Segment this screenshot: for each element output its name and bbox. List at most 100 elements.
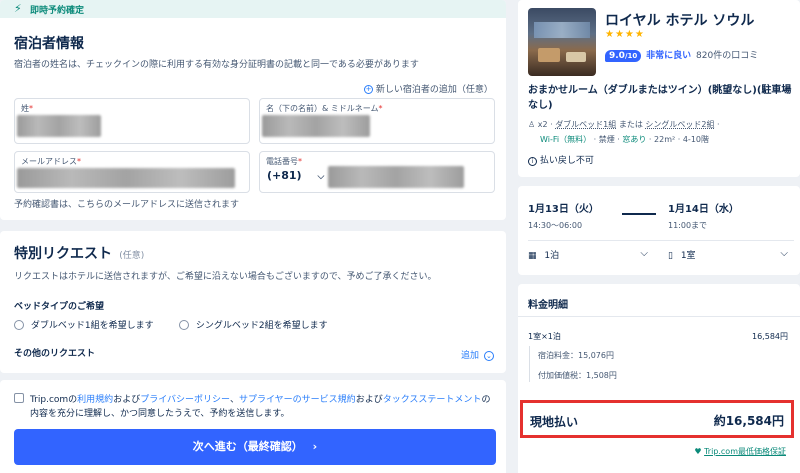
country-code: (+81) <box>267 169 302 182</box>
score-max: /10 <box>624 52 638 60</box>
special-request-title: 特別リクエスト (任意) <box>14 243 144 263</box>
price-breakdown-bar <box>529 346 530 382</box>
add-request-label: 追加 <box>461 351 480 361</box>
optional-tag: (任意) <box>119 251 145 261</box>
guest-info-title: 宿泊者情報 <box>14 36 84 52</box>
add-guest-label: 新しい宿泊者の追加（任意） <box>375 85 493 95</box>
first-name-redacted <box>262 115 370 137</box>
next-button-label: 次へ進む（最終確認） <box>192 440 303 453</box>
agree-text-1: Trip.comの <box>30 395 78 405</box>
last-name-redacted <box>17 115 101 137</box>
price-line-value: 16,584円 <box>752 332 788 341</box>
hotel-name: ロイヤル ホテル ソウル <box>605 13 755 29</box>
special-request-desc: リクエストはホテルに送信されますが、ご希望に沿えない場合もございますので、予めご… <box>14 272 437 282</box>
vat: 付加価値税：1,508円 <box>538 371 617 380</box>
refund-policy: i 払い戻し不可 <box>528 153 594 166</box>
calendar-icon: ▦ <box>528 251 537 261</box>
supplier-terms-link[interactable]: サプライヤーのサービス規約 <box>239 395 356 405</box>
privacy-link[interactable]: プライバシーポリシー <box>140 395 230 405</box>
radio-double[interactable] <box>14 319 24 330</box>
hotel-stars: ★★★★ <box>605 29 645 40</box>
hotel-photo <box>528 8 596 76</box>
country-code-select[interactable]: (+81) ⌵ <box>267 169 324 182</box>
guarantee-label: Trip.com最低価格保証 <box>704 447 786 456</box>
phone-redacted <box>328 166 464 188</box>
nights-select[interactable]: ▦ 1泊 ⌵ <box>528 248 648 264</box>
tax-statement-link[interactable]: タックスステートメント <box>383 395 482 405</box>
checkout-time: 11:00まで <box>668 221 708 230</box>
phone-label: 電話番号 <box>266 157 298 166</box>
other-request-title: その他のリクエスト <box>14 349 96 359</box>
bed-option-double[interactable]: ダブルベッド1組を希望します <box>14 318 154 331</box>
last-name-field[interactable]: 姓* <box>14 98 250 144</box>
agree-text-3: 、 <box>229 395 239 405</box>
rooms-select[interactable]: ▯ 1室 ⌵ <box>668 248 788 264</box>
checkin-time: 14:30～06:00 <box>528 221 583 230</box>
chevron-down-icon: ⌵ <box>640 248 648 259</box>
chevron-right-icon: › <box>312 440 318 453</box>
instant-confirm-label: 即時予約確定 <box>30 6 85 16</box>
price-card: 料金明細 1室×1泊 16,584円 宿泊料金：15,076円 付加価値税：1,… <box>518 284 800 473</box>
score-value: 9.0 <box>609 51 625 61</box>
radio-twin[interactable] <box>179 319 189 330</box>
agree-text-5: の <box>481 395 491 405</box>
room-name: おまかせルーム（ダブルまたはツイン）(眺望なし)(駐車場なし) <box>528 85 792 111</box>
price-guarantee[interactable]: ♥ Trip.com最低価格保証 <box>694 446 786 457</box>
plus-circle-icon: + <box>364 85 373 94</box>
agree-text-2: および <box>113 395 141 405</box>
email-field[interactable]: メールアドレス* <box>14 151 250 193</box>
room-floor: 4-10階 <box>682 135 709 144</box>
bed-or: または <box>618 120 643 129</box>
instant-confirm-banner: ⚡ 即時予約確定 <box>0 0 506 18</box>
agree-checkbox[interactable] <box>14 393 24 403</box>
chevron-down-circle-icon: ⌄ <box>483 351 494 361</box>
guest-count: x2 <box>537 120 548 129</box>
agreement-line-2: 内容を充分に理解し、かつ同意したうえで、予約を送信します。 <box>30 409 290 419</box>
room-fee: 宿泊料金：15,076円 <box>538 351 614 360</box>
pay-label: 現地払い <box>530 415 579 429</box>
special-request-card: 特別リクエスト (任意) リクエストはホテルに送信されますが、ご希望に沿えない場… <box>0 231 506 373</box>
bed-option-twin-label: シングルベッド2組を希望します <box>195 321 328 331</box>
bed-a: ダブルベッド1組 <box>555 120 617 129</box>
next-button[interactable]: 次へ進む（最終確認） › <box>14 429 496 465</box>
last-name-label: 姓 <box>21 104 29 113</box>
pay-at-hotel-box: 現地払い 約16,584円 <box>520 400 794 438</box>
review-count[interactable]: 820件の口コミ <box>696 51 758 61</box>
bed-option-twin[interactable]: シングルベッド2組を希望します <box>179 318 328 331</box>
guest-name-notice: 宿泊者の姓名は、チェックインの際に利用する有効な身分証明書の記載と同一である必要… <box>14 60 419 70</box>
price-line-label: 1室×1泊 <box>528 332 561 341</box>
rooms-value: 1室 <box>680 251 696 261</box>
agreement-card: Trip.comの利用規約およびプライバシーポリシー、サプライヤーのサービス規約… <box>0 380 506 473</box>
pay-value: 約16,584円 <box>713 414 784 428</box>
price-divider <box>518 316 800 317</box>
room-amenities: Wi-Fi（無料） · 禁煙 · 窓あり · 22m² · 4-10階 <box>540 135 709 144</box>
guest-info-card: ⚡ 即時予約確定 宿泊者情報 宿泊者の姓名は、チェックインの際に利用する有効な身… <box>0 0 506 220</box>
email-label: メールアドレス <box>21 157 77 166</box>
wifi-amenity: Wi-Fi（無料） <box>540 135 592 144</box>
agree-text-4: および <box>355 395 383 405</box>
score-text: 非常に良い <box>646 51 692 61</box>
price-title: 料金明細 <box>528 300 568 311</box>
checkin-date: 1月13日（火） <box>528 204 599 215</box>
hotel-summary-card: ロイヤル ホテル ソウル ★★★★ 9.0/10 非常に良い 820件の口コミ … <box>518 0 800 177</box>
phone-field[interactable]: 電話番号* (+81) ⌵ <box>259 151 495 193</box>
room-size: 22m² <box>654 135 676 144</box>
nosmoke-amenity: 禁煙 <box>598 135 615 144</box>
window-amenity: 窓あり <box>622 135 647 144</box>
stay-dates-card: 1月13日（火） 14:30～06:00 1月14日（水） 11:00まで ▦ … <box>518 186 800 275</box>
stay-divider <box>528 240 794 241</box>
add-guest-link[interactable]: + 新しい宿泊者の追加（任意） <box>364 82 493 95</box>
refund-label: 払い戻し不可 <box>539 156 594 166</box>
first-name-field[interactable]: 名（下の名前）& ミドルネーム* <box>259 98 495 144</box>
terms-link[interactable]: 利用規約 <box>77 395 113 405</box>
info-icon: i <box>528 157 537 166</box>
first-name-label: 名（下の名前）& ミドルネーム <box>266 104 379 113</box>
heart-check-icon: ♥ <box>694 447 702 456</box>
bed-option-double-label: ダブルベッド1組を希望します <box>30 321 154 331</box>
add-request-link[interactable]: 追加 ⌄ <box>461 348 494 361</box>
room-beds: ♙ x2 · ダブルベッド1組 または シングルベッド2組 · <box>528 120 720 129</box>
agreement-line-1: Trip.comの利用規約およびプライバシーポリシー、サプライヤーのサービス規約… <box>30 392 490 405</box>
checkout-date: 1月14日（水） <box>668 204 739 215</box>
bed-type-title: ベッドタイプのご希望 <box>14 302 105 312</box>
special-request-heading: 特別リクエスト <box>14 246 112 262</box>
